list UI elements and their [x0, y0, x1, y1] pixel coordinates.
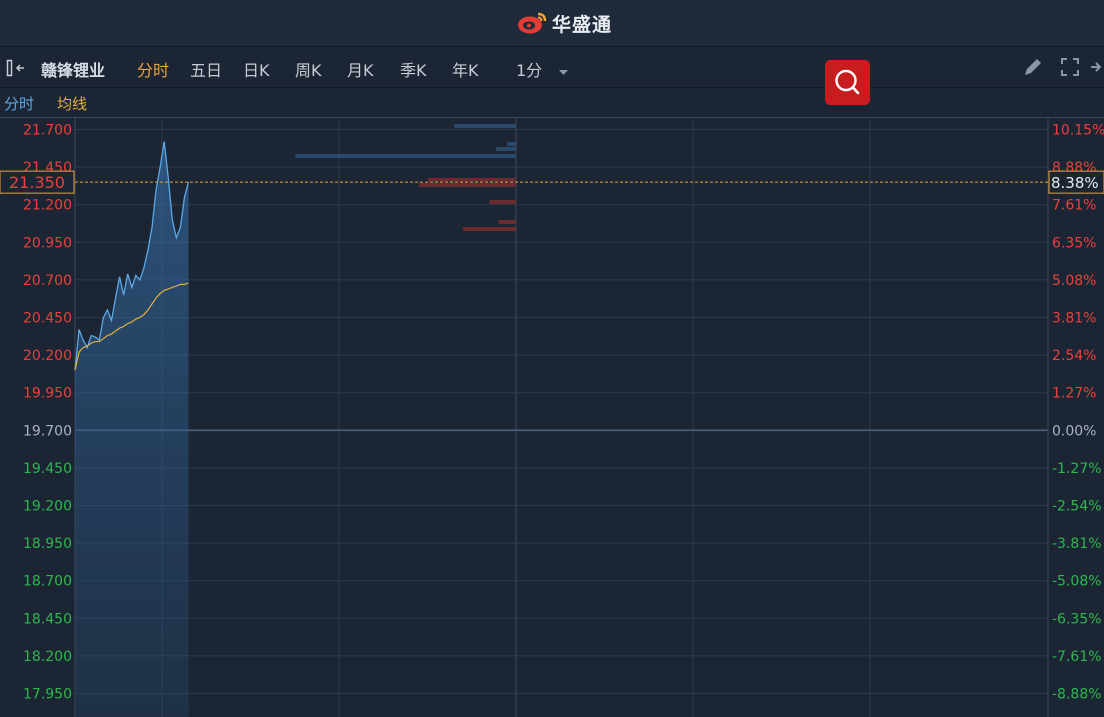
interval-select[interactable]: 1分 — [516, 57, 542, 81]
order-book-ask-bar — [496, 147, 516, 151]
legend-average-line[interactable]: 均线 — [57, 93, 87, 114]
pct-axis-tick-label: 5.08% — [1052, 273, 1096, 289]
tab-quarterly-k[interactable]: 季K — [400, 57, 427, 81]
pct-axis-tick-label: -5.08% — [1052, 574, 1102, 590]
pct-axis-tick-label: 1.27% — [1052, 386, 1096, 402]
pct-axis-tick-label: -2.54% — [1052, 499, 1102, 515]
y-axis-tick-label: 18.200 — [23, 649, 72, 665]
search-icon — [835, 69, 860, 95]
tab-monthly-k[interactable]: 月K — [347, 57, 374, 81]
legend-price-line[interactable]: 分时 — [4, 93, 34, 114]
y-axis-tick-label: 18.700 — [23, 574, 72, 590]
y-axis-tick-label: 20.200 — [23, 348, 72, 364]
order-book-bid-bar — [489, 200, 516, 204]
y-axis-tick-label: 18.450 — [23, 611, 72, 627]
pct-axis-tick-label: 3.81% — [1052, 311, 1096, 327]
collapse-sidebar-icon[interactable] — [6, 59, 28, 77]
tab-intraday[interactable]: 分时 — [137, 57, 169, 81]
y-axis-tick-label: 20.950 — [23, 235, 72, 251]
order-book-bid-bar — [463, 227, 516, 231]
tab-yearly-k[interactable]: 年K — [452, 57, 479, 81]
logo-text: 华盛通 — [552, 13, 613, 36]
intraday-chart[interactable]: 21.700 10.15%21.450 8.88%21.200 7.61%20.950… — [0, 117, 1104, 717]
app-logo: 华盛通 — [516, 9, 612, 37]
pct-axis-tick-label: -6.35% — [1052, 611, 1102, 627]
order-book-ask-bar — [295, 154, 516, 158]
weibo-logo-icon — [518, 12, 547, 34]
pct-axis-tick-label: 7.61% — [1052, 198, 1096, 214]
pct-axis-tick-label: 6.35% — [1052, 235, 1096, 251]
y-axis-tick-label: 20.450 — [23, 311, 72, 327]
y-axis-tick-label: 19.200 — [23, 499, 72, 515]
y-axis-tick-label: 17.950 — [23, 687, 72, 703]
indicator-bar: 分时 均线 — [0, 88, 1104, 117]
stock-name[interactable]: 赣锋锂业 — [41, 57, 105, 81]
order-book-bid-bar — [498, 220, 516, 224]
pct-axis-tick-label: -3.81% — [1052, 536, 1102, 552]
title-bar: 华盛通 — [0, 0, 1104, 47]
current-price-label: 21.350 — [9, 173, 65, 192]
order-book-ask-bar — [507, 142, 516, 146]
order-book-bid-bar — [418, 183, 516, 187]
y-axis-tick-label: 19.450 — [23, 461, 72, 477]
tab-weekly-k[interactable]: 周K — [295, 57, 322, 81]
search-button[interactable] — [825, 60, 870, 105]
chevron-down-icon[interactable] — [558, 69, 569, 76]
y-axis-tick-label: 19.700 — [23, 423, 72, 439]
y-axis-tick-label: 20.700 — [23, 273, 72, 289]
chart-toolbar: 赣锋锂业 分时 五日 日K 周K 月K 季K 年K 1分 — [0, 47, 1104, 88]
pct-axis-tick-label: 2.54% — [1052, 348, 1096, 364]
y-axis-tick-label: 19.950 — [23, 386, 72, 402]
pct-axis-tick-label: 10.15% — [1052, 123, 1104, 139]
order-book-ask-bar — [454, 124, 516, 128]
order-book-bid-bar — [427, 178, 516, 182]
pct-axis-tick-label: -1.27% — [1052, 461, 1102, 477]
y-axis-tick-label: 18.950 — [23, 536, 72, 552]
pct-axis-tick-label: -7.61% — [1052, 649, 1102, 665]
arrow-right-icon[interactable] — [1090, 56, 1104, 78]
pct-axis-tick-label: -8.88% — [1052, 687, 1102, 703]
current-pct-label: 8.38% — [1051, 174, 1099, 192]
tab-five-day[interactable]: 五日 — [190, 57, 222, 81]
fullscreen-icon[interactable] — [1059, 56, 1081, 78]
pct-axis-tick-label: 0.00% — [1052, 423, 1096, 439]
tab-daily-k[interactable]: 日K — [243, 57, 270, 81]
y-axis-tick-label: 21.700 — [23, 123, 72, 139]
pencil-icon[interactable] — [1022, 56, 1044, 78]
y-axis-tick-label: 21.200 — [23, 198, 72, 214]
